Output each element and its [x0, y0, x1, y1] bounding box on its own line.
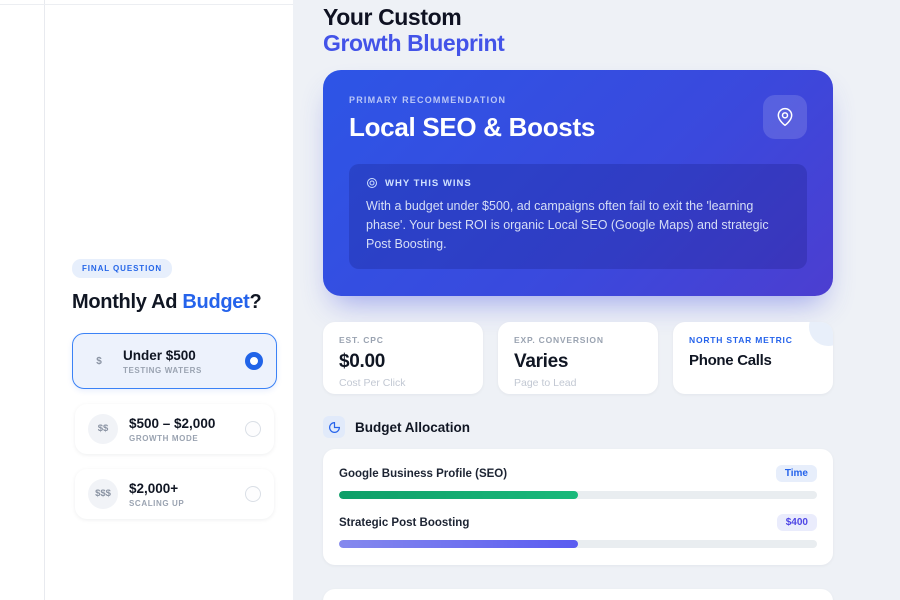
radio-unselected[interactable] [245, 421, 261, 437]
top-divider [0, 4, 293, 5]
primary-recommendation-card: PRIMARY RECOMMENDATION Local SEO & Boost… [323, 70, 833, 296]
app-window: FINAL QUESTION Monthly Ad Budget? $ Unde… [0, 0, 900, 600]
option-text: Under $500 TESTING WATERS [123, 348, 202, 375]
why-text: With a budget under $500, ad campaigns o… [366, 197, 790, 254]
target-icon [366, 177, 378, 189]
metric-sub: Page to Lead [514, 377, 642, 389]
metrics-row: EST. CPC $0.00 Cost Per Click EXP. CONVE… [323, 322, 833, 394]
recommendation-title: Local SEO & Boosts [349, 112, 807, 143]
question-heading: Monthly Ad Budget? [72, 291, 277, 314]
map-pin-icon [763, 95, 807, 139]
allocation-row-gbp: Google Business Profile (SEO) Time [339, 465, 817, 499]
pie-chart-icon [323, 416, 345, 438]
radio-unselected[interactable] [245, 486, 261, 502]
option-subtitle: TESTING WATERS [123, 366, 202, 375]
dollar-icon: $ [86, 356, 112, 367]
metric-label: EST. CPC [339, 335, 467, 345]
metric-card-cpc: EST. CPC $0.00 Cost Per Click [323, 322, 483, 394]
metric-card-north-star: NORTH STAR METRIC Phone Calls [673, 322, 833, 394]
metric-value: Phone Calls [689, 352, 817, 369]
radio-selected[interactable] [245, 352, 263, 370]
triple-dollar-icon: $$$ [88, 479, 118, 509]
why-label: WHY THIS WINS [385, 178, 472, 189]
metric-card-conversion: EXP. CONVERSION Varies Page to Lead [498, 322, 658, 394]
progress-fill-indigo [339, 540, 578, 548]
option-title: $2,000+ [129, 481, 184, 496]
option-title: $500 – $2,000 [129, 416, 215, 431]
recommendation-label: PRIMARY RECOMMENDATION [349, 95, 807, 105]
question-prefix: Monthly Ad [72, 291, 182, 313]
progress-track [339, 540, 817, 548]
metric-label: EXP. CONVERSION [514, 335, 642, 345]
page-title-line2: Growth Blueprint [323, 30, 833, 56]
budget-option-under-500[interactable]: $ Under $500 TESTING WATERS [72, 333, 277, 389]
page-title-line1: Your Custom [323, 4, 833, 30]
question-suffix: ? [249, 291, 261, 313]
progress-fill-green [339, 491, 578, 499]
metric-value: Varies [514, 351, 642, 373]
sidebar: FINAL QUESTION Monthly Ad Budget? $ Unde… [45, 0, 293, 600]
allocation-name: Google Business Profile (SEO) [339, 468, 507, 480]
budget-allocation-card: Google Business Profile (SEO) Time Strat… [323, 449, 833, 565]
why-this-wins-box: WHY THIS WINS With a budget under $500, … [349, 164, 807, 269]
option-text: $2,000+ SCALING UP [129, 481, 184, 508]
final-question-badge: FINAL QUESTION [72, 259, 172, 278]
budget-option-500-2000[interactable]: $$ $500 – $2,000 GROWTH MODE [75, 404, 274, 454]
question-highlight: Budget [182, 291, 249, 313]
budget-allocation-title: Budget Allocation [355, 420, 470, 435]
metric-label: NORTH STAR METRIC [689, 335, 817, 345]
allocation-badge: Time [776, 465, 817, 482]
metric-sub: Cost Per Click [339, 377, 467, 389]
allocation-name: Strategic Post Boosting [339, 517, 469, 529]
page-title: Your Custom Growth Blueprint [323, 4, 833, 56]
left-rail [0, 0, 45, 600]
main-panel: Your Custom Growth Blueprint PRIMARY REC… [293, 0, 900, 600]
option-text: $500 – $2,000 GROWTH MODE [129, 416, 215, 443]
allocation-row-boosting: Strategic Post Boosting $400 [339, 514, 817, 548]
metric-value: $0.00 [339, 351, 467, 373]
allocation-badge: $400 [777, 514, 817, 531]
progress-track [339, 491, 817, 499]
checklist-card: First 30 Days Checklist Claim Google Bus… [323, 589, 833, 600]
dollar-dollar-icon: $$ [88, 414, 118, 444]
option-title: Under $500 [123, 348, 202, 363]
option-subtitle: GROWTH MODE [129, 434, 215, 443]
why-head: WHY THIS WINS [366, 177, 790, 189]
budget-allocation-header: Budget Allocation [323, 416, 833, 438]
budget-option-2000-plus[interactable]: $$$ $2,000+ SCALING UP [75, 469, 274, 519]
option-subtitle: SCALING UP [129, 499, 184, 508]
